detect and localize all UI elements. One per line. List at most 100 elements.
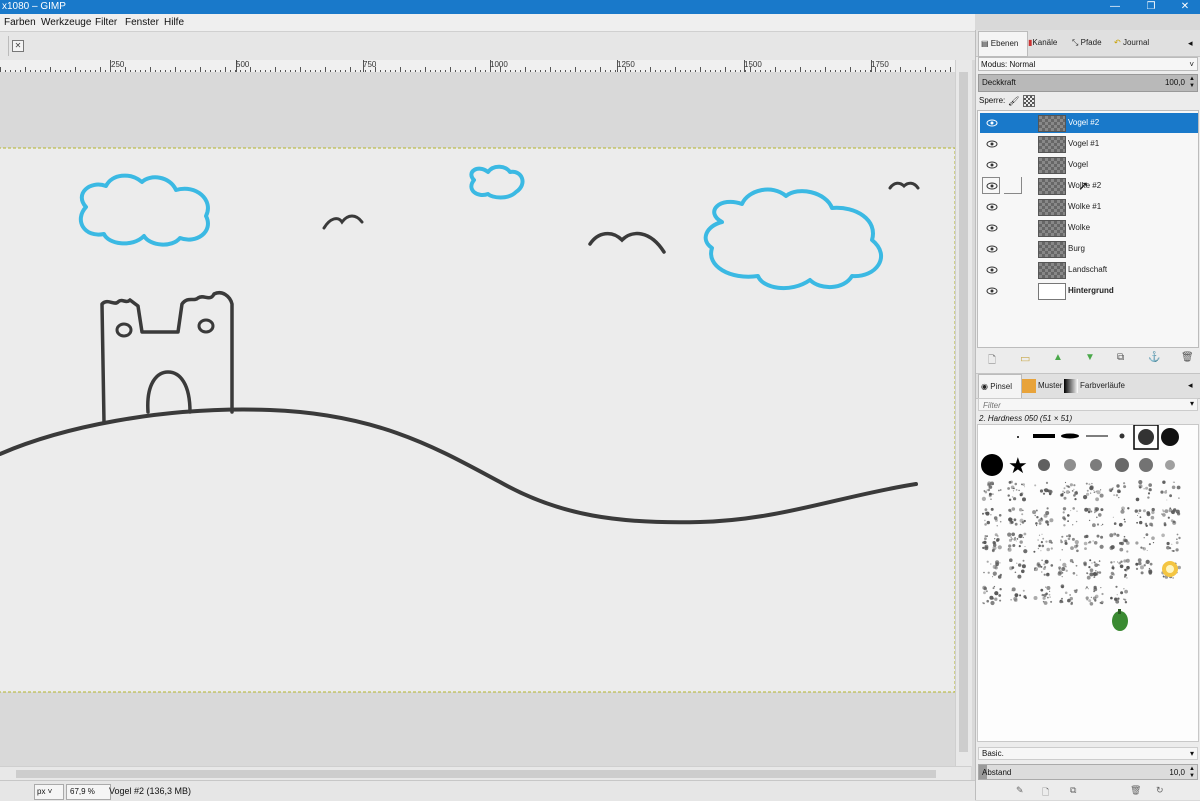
opacity-label: Deckkraft bbox=[982, 78, 1016, 87]
eye-icon[interactable] bbox=[986, 223, 998, 233]
link-toggle-box[interactable] bbox=[1004, 177, 1022, 194]
layer-row[interactable]: Vogel #2 bbox=[980, 113, 1198, 133]
eye-icon[interactable] bbox=[986, 160, 998, 170]
image-canvas[interactable] bbox=[0, 72, 955, 766]
close-tab-icon[interactable]: ✕ bbox=[12, 40, 24, 52]
menu-fenster[interactable]: Fenster bbox=[125, 14, 159, 31]
ruler-ticks bbox=[0, 60, 951, 72]
new-layer-icon[interactable]: 🗋 bbox=[988, 353, 996, 370]
duplicate-layer-icon[interactable]: ⧉ bbox=[1117, 352, 1124, 363]
close-button[interactable]: ✕ bbox=[1168, 0, 1200, 14]
spin-arrows-icon[interactable]: ▲ ▼ bbox=[1189, 766, 1195, 780]
chevron-down-icon: ▾ bbox=[1189, 749, 1194, 758]
horizontal-scroll-thumb[interactable] bbox=[16, 770, 936, 778]
opacity-value: 100,0 bbox=[1164, 78, 1185, 87]
filter-input[interactable] bbox=[981, 399, 1175, 412]
minimize-button[interactable]: — bbox=[1098, 0, 1132, 14]
status-bar: px ˅ 67,9 % Vogel #2 (136,3 MB) bbox=[0, 780, 975, 801]
lower-layer-icon[interactable]: ▼ bbox=[1085, 352, 1095, 363]
layer-row[interactable]: Burg bbox=[980, 239, 1198, 259]
opacity-slider[interactable]: Deckkraft 100,0 ▲ ▼ bbox=[978, 74, 1198, 92]
layer-thumbnail bbox=[1038, 241, 1066, 258]
zoom-value: 67,9 % bbox=[70, 787, 95, 796]
layer-name: Vogel #1 bbox=[1068, 139, 1100, 148]
layer-name: Vogel bbox=[1068, 160, 1089, 169]
tab-label: Journal bbox=[1122, 38, 1150, 47]
tab-kanaele[interactable]: ▮Kanäle bbox=[1028, 31, 1057, 55]
horizontal-scrollbar[interactable] bbox=[0, 766, 971, 781]
anchor-layer-icon[interactable]: ⚓ bbox=[1148, 352, 1160, 363]
layer-row[interactable]: Vogel bbox=[980, 155, 1198, 175]
image-tab[interactable] bbox=[0, 36, 9, 56]
menu-filter[interactable]: Filter bbox=[95, 14, 117, 31]
unit-select[interactable]: px ˅ bbox=[34, 784, 64, 800]
layer-row[interactable]: Wolke bbox=[980, 218, 1198, 238]
layer-name: Burg bbox=[1068, 244, 1085, 253]
tab-ebenen[interactable]: ▤ Ebenen bbox=[978, 31, 1028, 57]
image-tab-row: ✕ bbox=[0, 32, 975, 60]
layers-list: Vogel #2 Vogel #1 Vogel Wolke #2 ➚ Wolke… bbox=[977, 110, 1199, 348]
eye-icon[interactable] bbox=[986, 286, 998, 296]
tab-label: Farbverläufe bbox=[1080, 381, 1125, 390]
layer-thumbnail bbox=[1038, 178, 1066, 195]
mode-select[interactable]: Modus: Normal ˅ bbox=[978, 57, 1198, 71]
layers-dock-tabs: ▤ Ebenen ▮Kanäle ⤡ Pfade ↶ Journal ◂ bbox=[976, 30, 1200, 57]
delete-layer-icon[interactable]: 🗑 bbox=[1181, 352, 1194, 363]
layer-row[interactable]: Hintergrund bbox=[980, 281, 1198, 301]
new-brush-icon[interactable]: 🗋 bbox=[1042, 785, 1049, 801]
duplicate-brush-icon[interactable]: ⧉ bbox=[1070, 785, 1076, 796]
eye-icon[interactable] bbox=[986, 265, 998, 275]
layer-row[interactable]: Landschaft bbox=[980, 260, 1198, 280]
pattern-icon bbox=[1022, 378, 1036, 393]
lock-alpha-icon[interactable] bbox=[1023, 95, 1035, 107]
status-info: Vogel #2 (136,3 MB) bbox=[109, 786, 192, 796]
delete-brush-icon[interactable]: 🗑 bbox=[1130, 785, 1141, 796]
layer-row[interactable]: Wolke #1 bbox=[980, 197, 1198, 217]
filter-field[interactable]: ▾ bbox=[978, 398, 1198, 412]
eye-icon[interactable] bbox=[986, 202, 998, 212]
tab-journal[interactable]: ↶ Journal bbox=[1114, 31, 1149, 55]
dock-menu-icon[interactable]: ◂ bbox=[1188, 38, 1193, 49]
chevron-down-icon[interactable]: ▾ bbox=[1190, 399, 1194, 408]
mode-value: Modus: Normal bbox=[981, 60, 1036, 69]
lock-label: Sperre: bbox=[979, 96, 1006, 105]
vertical-scroll-thumb[interactable] bbox=[959, 72, 968, 752]
refresh-brushes-icon[interactable]: ↻ bbox=[1156, 785, 1164, 796]
canvas-area[interactable] bbox=[0, 72, 955, 766]
ruler-label: 1500 bbox=[744, 60, 762, 69]
brush-grid[interactable]: ★ bbox=[977, 424, 1199, 742]
tab-muster[interactable]: Muster bbox=[1022, 374, 1062, 398]
paths-icon: ⤡ bbox=[1072, 38, 1081, 47]
menu-hilfe[interactable]: Hilfe bbox=[164, 14, 184, 31]
eye-icon[interactable] bbox=[986, 244, 998, 254]
vertical-scrollbar[interactable] bbox=[955, 60, 972, 766]
menu-werkzeuge[interactable]: Werkzeuge bbox=[41, 14, 91, 31]
layer-name: Landschaft bbox=[1068, 265, 1108, 274]
spacing-slider[interactable]: Abstand 10,0 ▲ ▼ bbox=[978, 764, 1198, 780]
maximize-button[interactable]: ❐ bbox=[1134, 0, 1168, 14]
menu-farben[interactable]: Farben bbox=[4, 14, 36, 31]
dock-menu-icon[interactable]: ◂ bbox=[1188, 380, 1193, 391]
eye-icon[interactable] bbox=[986, 118, 998, 128]
layer-row[interactable]: Wolke #2 ➚ bbox=[980, 176, 1198, 196]
spin-arrows-icon[interactable]: ▲ ▼ bbox=[1189, 76, 1195, 90]
edit-brush-icon[interactable]: ✎ bbox=[1016, 785, 1024, 796]
tab-pinsel[interactable]: ◉ Pinsel bbox=[978, 374, 1022, 400]
tab-pfade[interactable]: ⤡ Pfade bbox=[1072, 31, 1102, 55]
svg-text:★: ★ bbox=[1008, 454, 1028, 479]
zoom-select[interactable]: 67,9 % bbox=[66, 784, 111, 800]
tab-farbverlaeufe[interactable]: Farbverläufe bbox=[1064, 374, 1125, 398]
eye-icon[interactable] bbox=[986, 181, 998, 191]
layer-row[interactable]: Vogel #1 bbox=[980, 134, 1198, 154]
chevron-down-icon: ˅ bbox=[1189, 60, 1194, 69]
raise-layer-icon[interactable]: ▲ bbox=[1053, 352, 1063, 363]
new-group-icon[interactable]: ▭ bbox=[1020, 352, 1030, 365]
brush-tab-icon: ◉ bbox=[981, 382, 991, 391]
lock-paint-icon[interactable]: 🖌 bbox=[1008, 96, 1019, 107]
layers-icon: ▤ bbox=[981, 39, 991, 48]
eye-icon[interactable] bbox=[986, 139, 998, 149]
chevron-down-icon: ˅ bbox=[45, 787, 53, 796]
tab-label: Kanäle bbox=[1032, 38, 1058, 47]
preset-select[interactable]: Basic. ▾ bbox=[978, 747, 1198, 760]
spacing-label: Abstand bbox=[982, 768, 1012, 777]
